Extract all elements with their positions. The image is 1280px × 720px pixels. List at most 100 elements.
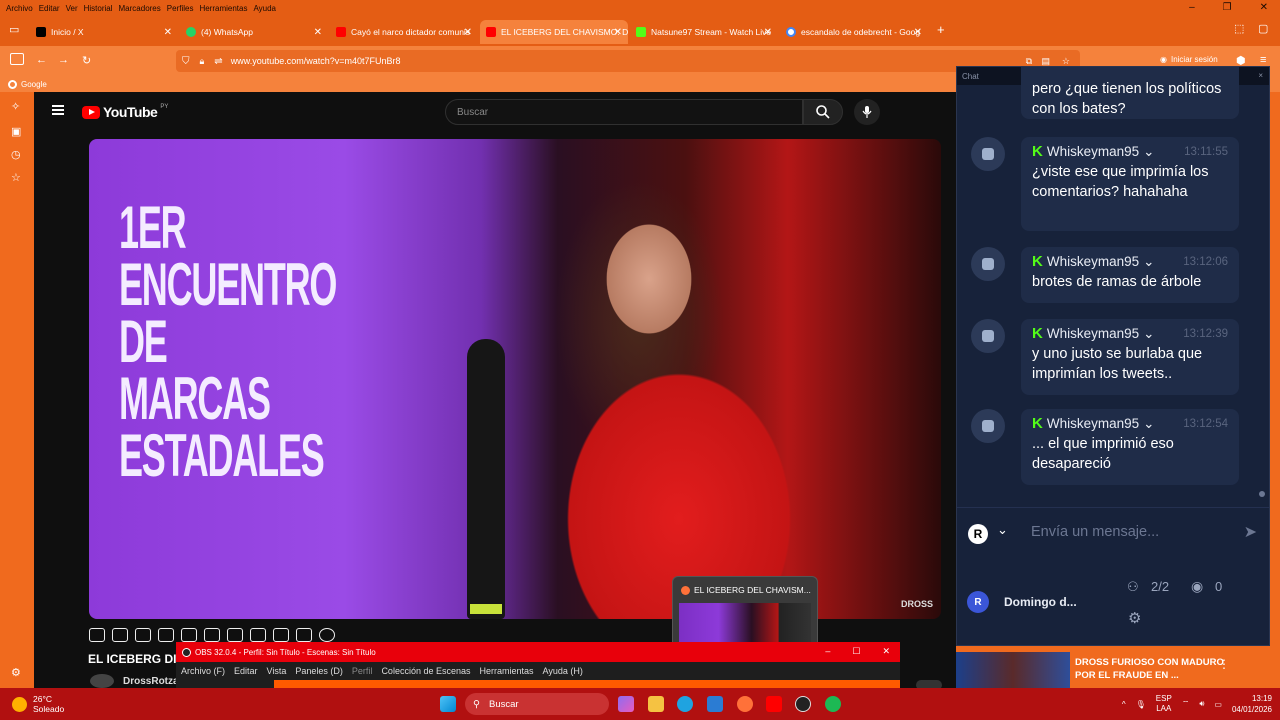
user-avatar[interactable]	[971, 137, 1005, 171]
signin-button[interactable]: ◉ Iniciar sesión	[1160, 55, 1218, 64]
obs-title-bar[interactable]: OBS 32.0.4 - Perfil: Sin Título - Escena…	[176, 642, 900, 662]
spotify-icon[interactable]	[825, 696, 841, 712]
close-tab-icon[interactable]: ✕	[614, 27, 622, 38]
gear-icon[interactable]	[319, 628, 335, 642]
obs-menu-ayuda[interactable]: Ayuda (H)	[543, 666, 583, 676]
ai-chat-icon[interactable]: ✧	[11, 100, 20, 113]
chevron-down-icon[interactable]: ⌄	[1143, 254, 1154, 270]
language-indicator[interactable]: ESP LAA	[1156, 694, 1172, 714]
synced-tabs-icon[interactable]: ▣	[11, 125, 21, 138]
minimize-button[interactable]: –	[1187, 2, 1199, 13]
username[interactable]: Whiskeyman95	[1047, 416, 1139, 431]
file-explorer-icon[interactable]	[648, 696, 664, 712]
chat-settings-icon[interactable]: ⚙	[1128, 609, 1141, 627]
more-actions-button[interactable]	[916, 680, 942, 688]
obs-menu-herramientas[interactable]: Herramientas	[480, 666, 534, 676]
broadcast-icon[interactable]	[112, 628, 128, 642]
close-tab-icon[interactable]: ✕	[464, 27, 472, 38]
expand-icon[interactable]	[250, 628, 266, 642]
overflow-icon[interactable]: ▢	[1258, 22, 1268, 35]
close-tab-icon[interactable]: ✕	[764, 27, 772, 38]
forward-icon[interactable]: →	[58, 54, 69, 66]
user-avatar[interactable]	[971, 319, 1005, 353]
cinema-icon[interactable]	[135, 628, 151, 642]
keyboard-icon[interactable]	[296, 628, 312, 642]
hamburger-menu-icon[interactable]	[52, 105, 64, 115]
chevron-down-icon[interactable]: ⌄	[997, 522, 1008, 538]
bookmarks-icon[interactable]: ☆	[11, 171, 21, 184]
volume-icon[interactable]: 🔊︎	[1199, 699, 1204, 709]
obs-menu-archivo[interactable]: Archivo (F)	[181, 666, 225, 676]
windows-start-icon[interactable]	[440, 696, 456, 712]
channel-name[interactable]: Domingo d...	[1004, 595, 1077, 609]
clapper-icon[interactable]	[158, 628, 174, 642]
user-avatar[interactable]	[971, 409, 1005, 443]
edge-icon[interactable]	[677, 696, 693, 712]
obs-minimize-button[interactable]: –	[825, 646, 830, 657]
obs-icon[interactable]	[795, 696, 811, 712]
username[interactable]: Whiskeyman95	[1047, 326, 1139, 341]
youtube-app-icon[interactable]	[766, 696, 782, 712]
url-field[interactable]: ⛉ 🔒︎ ⇌ www.youtube.com/watch?v=m40t7FUnB…	[176, 50, 1080, 72]
speed-icon[interactable]	[227, 628, 243, 642]
obs-menu-vista[interactable]: Vista	[267, 666, 287, 676]
tab-x[interactable]: Inicio / X ✕	[30, 20, 178, 44]
battery-icon[interactable]: ▭	[1214, 700, 1222, 709]
menu-ver[interactable]: Ver	[64, 4, 82, 13]
wifi-icon[interactable]: ⌔	[1182, 699, 1190, 709]
channel-name[interactable]: DrossRotza	[123, 676, 179, 687]
microphone-icon[interactable]: 🎙︎	[1136, 700, 1146, 709]
menu-ayuda[interactable]: Ayuda	[251, 4, 280, 13]
menu-marcadores[interactable]: Marcadores	[117, 4, 165, 13]
more-options-icon[interactable]: ⋮	[1218, 657, 1230, 671]
reload-icon[interactable]: ↻	[82, 54, 91, 67]
close-tab-icon[interactable]: ✕	[164, 27, 172, 38]
maximize-button[interactable]: ❐	[1221, 2, 1236, 13]
chevron-down-icon[interactable]: ⌄	[1143, 144, 1154, 160]
reader-icon[interactable]: ▤	[1041, 56, 1050, 67]
send-icon[interactable]: ➤	[1244, 522, 1257, 542]
username[interactable]: Whiskeyman95	[1047, 254, 1139, 269]
channel-avatar[interactable]	[90, 674, 114, 688]
copilot-icon[interactable]	[618, 696, 634, 712]
bookmark-star-icon[interactable]: ☆	[1062, 56, 1070, 67]
sidebar-toggle-icon[interactable]	[10, 53, 24, 65]
user-badge-icon[interactable]: R	[968, 524, 988, 544]
history-icon[interactable]: ◷	[11, 148, 21, 161]
obs-maximize-button[interactable]: ☐	[852, 646, 860, 657]
weather-widget[interactable]: 26°C Soleado	[12, 694, 64, 714]
extensions-icon[interactable]: ⬚	[1234, 22, 1244, 35]
video-player[interactable]: 1ER ENCUENTRO DE MARCAS ESTADALES DROSS	[89, 139, 941, 619]
close-window-button[interactable]: ✕	[1258, 2, 1272, 13]
obs-menu-escenas[interactable]: Colección de Escenas	[381, 666, 470, 676]
mail-icon[interactable]	[707, 696, 723, 712]
menu-historial[interactable]: Historial	[82, 4, 117, 13]
menu-icon[interactable]: ≡	[1260, 54, 1266, 66]
window-icon[interactable]	[204, 628, 220, 642]
chevron-down-icon[interactable]: ⌄	[1143, 416, 1154, 432]
chevron-up-icon[interactable]: ^	[1122, 700, 1126, 709]
new-tab-button[interactable]: +	[937, 22, 945, 37]
menu-herramientas[interactable]: Herramientas	[197, 4, 251, 13]
pip-icon[interactable]: ⧉	[1026, 56, 1032, 67]
close-tab-icon[interactable]: ✕	[914, 27, 922, 38]
tab-overview-icon[interactable]: ▭	[9, 23, 19, 36]
close-chat-icon[interactable]: ×	[1258, 71, 1263, 80]
settings-icon[interactable]: ⚙	[11, 666, 21, 679]
menu-editar[interactable]: Editar	[37, 4, 64, 13]
menu-archivo[interactable]: Archivo	[4, 4, 37, 13]
recommended-video[interactable]: DROSS FURIOSO CON MADURO POR EL FRAUDE E…	[956, 652, 1234, 688]
loop-icon[interactable]	[89, 628, 105, 642]
chat-message-input[interactable]: Envía un mensaje...	[1031, 524, 1159, 540]
taskbar-search[interactable]: ⚲ Buscar	[465, 693, 609, 715]
chevron-down-icon[interactable]: ⌄	[1143, 326, 1154, 342]
close-tab-icon[interactable]: ✕	[314, 27, 322, 38]
tab-youtube-iceberg[interactable]: EL ICEBERG DEL CHAVISMO: De ✕	[480, 20, 628, 44]
obs-menu-paneles[interactable]: Paneles (D)	[295, 666, 343, 676]
clock[interactable]: 13:19 04/01/2026	[1232, 693, 1272, 715]
obs-close-button[interactable]: ✕	[882, 646, 890, 657]
obs-menu-perfil[interactable]: Perfil	[352, 666, 373, 676]
tab-google-search[interactable]: escandalo de odebrecht - Goog ✕	[780, 20, 928, 44]
search-input[interactable]: Buscar	[445, 99, 803, 125]
tab-kick-stream[interactable]: Natsune97 Stream - Watch Live ✕	[630, 20, 778, 44]
